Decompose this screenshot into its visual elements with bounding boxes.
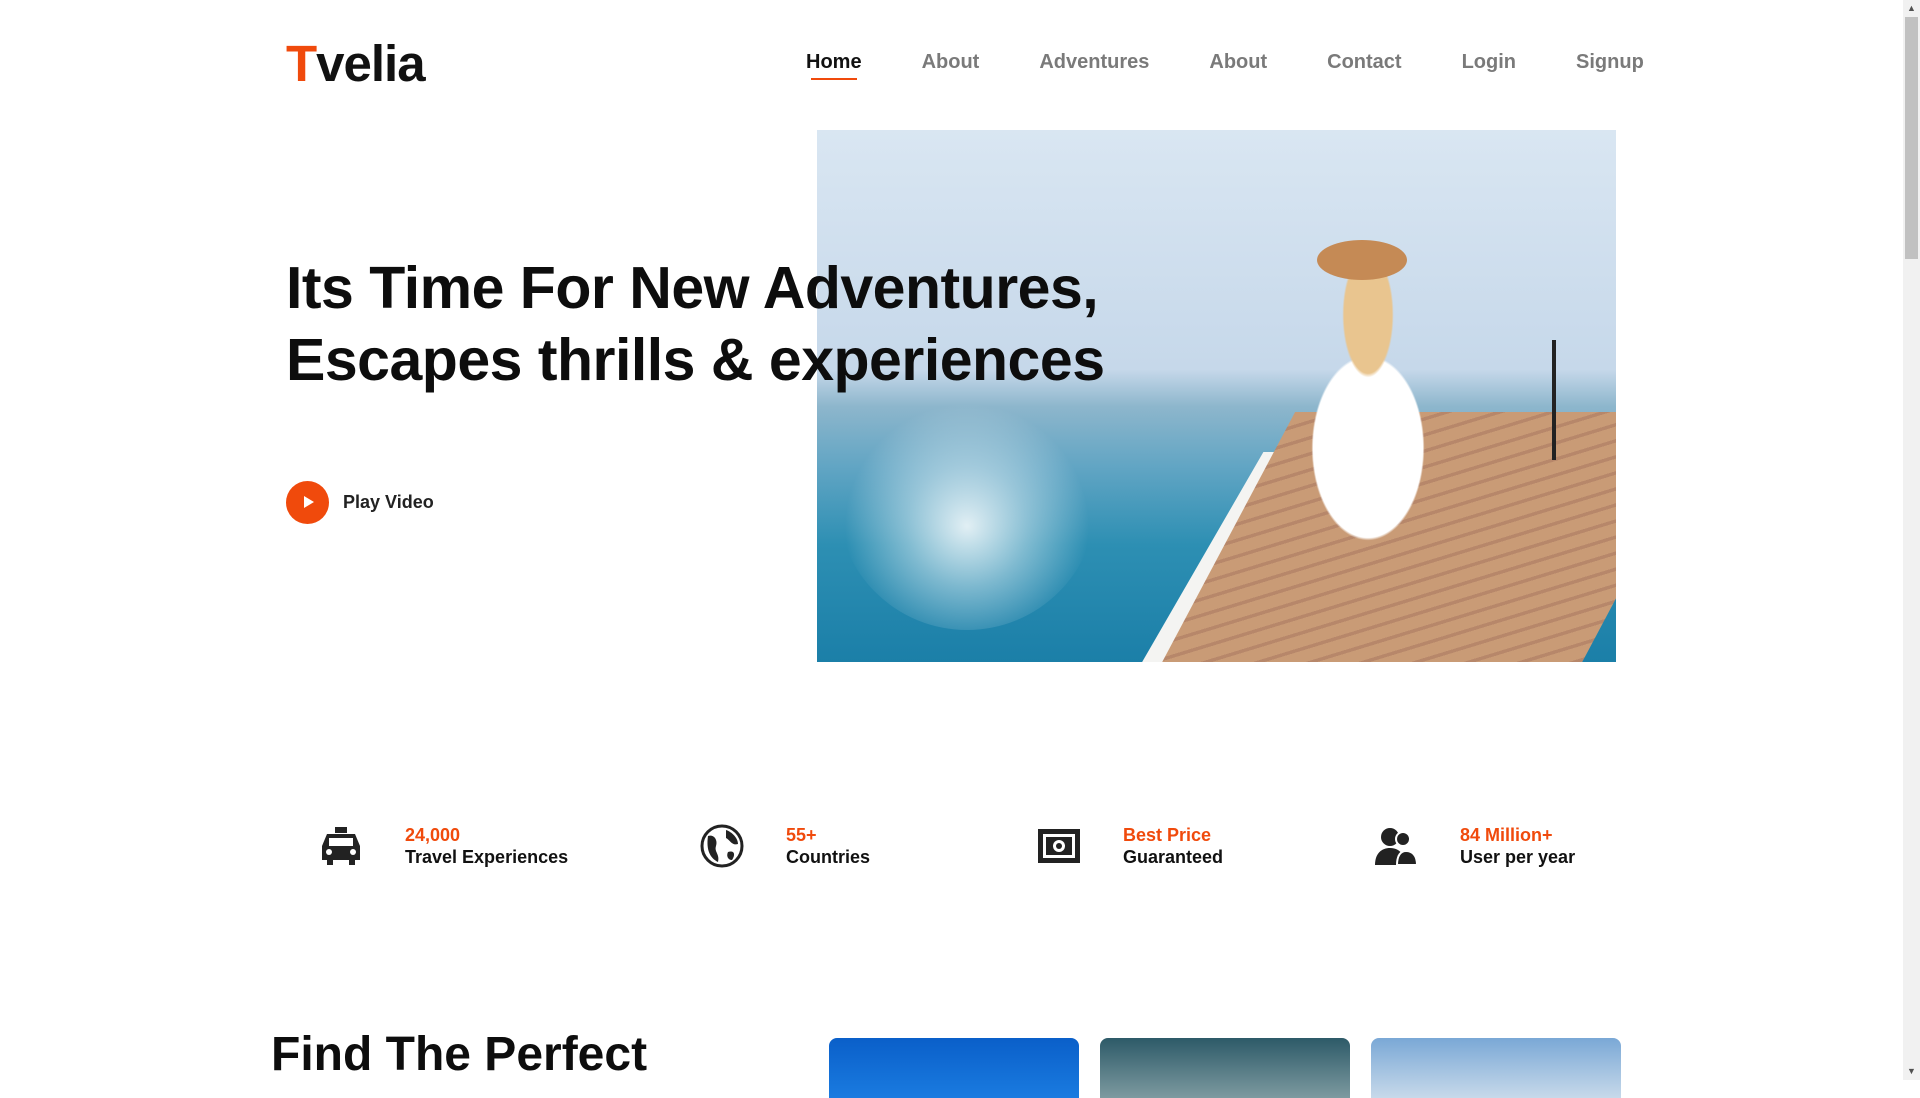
stat-users: 84 Million+ User per year (1370, 820, 1575, 872)
stat-best-price: Best Price Guaranteed (1033, 820, 1223, 872)
play-video-button[interactable]: Play Video (286, 481, 434, 524)
stat-label: User per year (1460, 847, 1576, 867)
stat-countries: 55+ Countries (696, 820, 870, 872)
destination-card[interactable] (1100, 1038, 1350, 1098)
scroll-up-arrow-icon[interactable]: ▲ (1903, 0, 1920, 17)
woman-figure (1247, 250, 1467, 610)
stat-value: 55+ (786, 825, 817, 845)
hero-image (817, 130, 1616, 662)
section-title: Find The Perfect (271, 1028, 648, 1081)
stat-value: 84 Million+ (1460, 825, 1553, 845)
nav-login[interactable]: Login (1462, 50, 1516, 74)
nav-about-2[interactable]: About (1209, 50, 1267, 74)
play-video-label: Play Video (343, 492, 434, 512)
stat-value: 24,000 (405, 825, 461, 845)
stat-label: Guaranteed (1123, 847, 1224, 867)
brand-logo[interactable]: Tvelia (286, 34, 426, 94)
stat-label: Countries (786, 847, 871, 867)
destination-card[interactable] (829, 1038, 1079, 1098)
nav-home[interactable]: Home (806, 50, 862, 80)
stat-value: Best Price (1123, 825, 1212, 845)
nav-signup[interactable]: Signup (1576, 50, 1644, 74)
straw-hat (1317, 240, 1407, 280)
logo-accent-letter: T (286, 35, 317, 92)
water-splash (837, 370, 1097, 630)
nav-contact[interactable]: Contact (1327, 50, 1401, 74)
globe-icon (696, 820, 748, 872)
nav-adventures[interactable]: Adventures (1039, 50, 1149, 74)
nav-about[interactable]: About (922, 50, 980, 74)
users-icon (1370, 820, 1422, 872)
glass-railing (1552, 340, 1556, 460)
main-nav: Home About Adventures About Contact Logi… (806, 50, 1644, 80)
stat-travel-experiences: 24,000 Travel Experiences (315, 820, 568, 872)
destination-card[interactable] (1371, 1038, 1621, 1098)
play-icon[interactable] (286, 481, 329, 524)
taxi-icon (315, 820, 367, 872)
page-scrollbar[interactable]: ▲ ▼ (1903, 0, 1920, 1080)
logo-text: velia (316, 35, 425, 92)
hero-headline: Its Time For New Adventures, Escapes thr… (286, 255, 1105, 393)
scrollbar-thumb[interactable] (1905, 17, 1918, 259)
stat-label: Travel Experiences (405, 847, 569, 867)
money-icon (1033, 820, 1085, 872)
scroll-down-arrow-icon[interactable]: ▼ (1903, 1063, 1920, 1080)
